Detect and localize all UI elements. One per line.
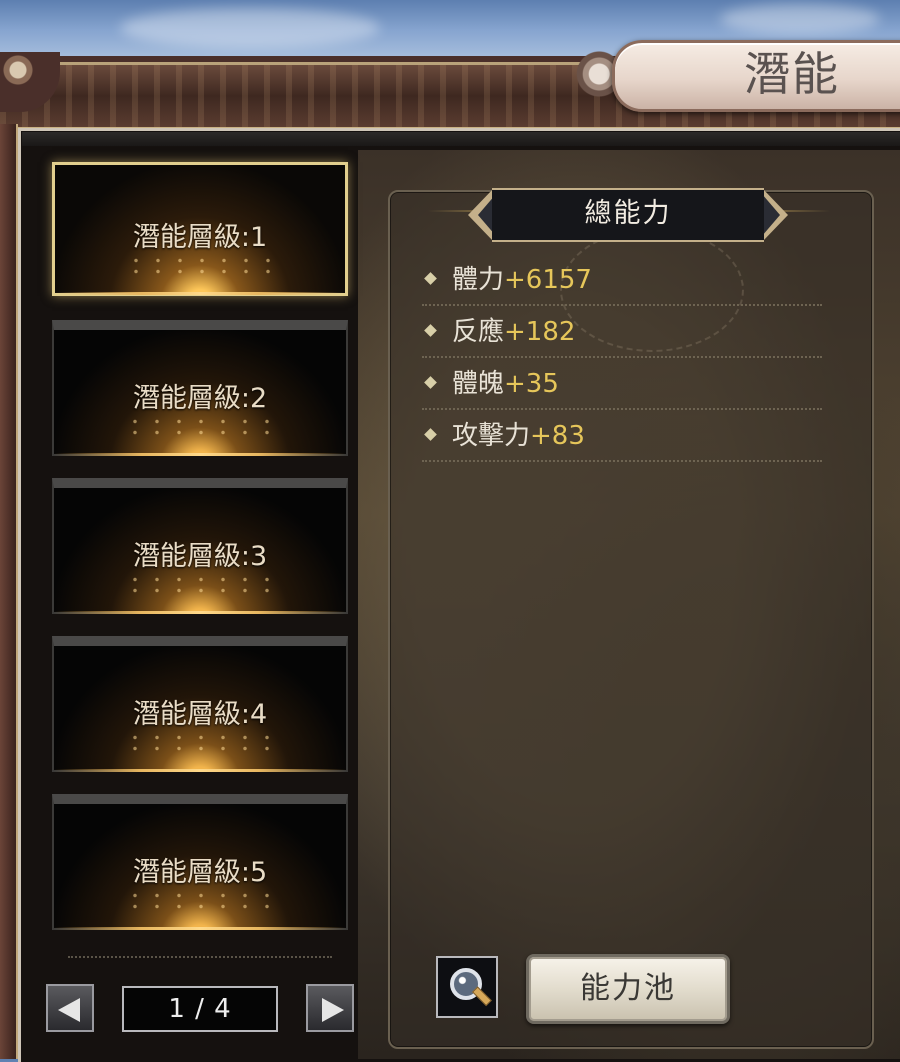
tier-item-4[interactable]: 潛能層級:4	[52, 636, 348, 772]
glow-line	[55, 292, 345, 295]
stat-name: 體力	[452, 265, 505, 295]
stat-name: 攻擊力	[452, 421, 531, 451]
stat-text: 攻擊力+83	[452, 418, 585, 454]
prev-page-button[interactable]	[46, 984, 94, 1032]
content-topbar	[22, 132, 900, 146]
stat-text: 體魄+35	[452, 366, 559, 402]
tier-label: 潛能層級:5	[132, 857, 268, 888]
stat-row: 體魄+35	[422, 360, 822, 410]
page-indicator: 1 / 4	[122, 986, 278, 1032]
sparkle-decoration	[125, 255, 285, 279]
tier-label: 潛能層級:4	[132, 699, 268, 730]
glow-line	[54, 769, 346, 772]
glow-line	[54, 927, 346, 930]
stat-name: 體魄	[452, 369, 505, 399]
stat-value: +35	[504, 369, 559, 399]
stat-row: 反應+182	[422, 308, 822, 358]
stat-row: 攻擊力+83	[422, 412, 822, 462]
stat-value: +6157	[504, 265, 592, 295]
stats-header: 總能力	[584, 198, 672, 229]
sky-cloud	[120, 8, 380, 48]
diamond-bullet-icon	[424, 428, 437, 441]
banner-cap-right-inner	[762, 194, 780, 236]
list-divider	[68, 956, 332, 958]
stat-text: 反應+182	[452, 314, 575, 350]
stat-value: +182	[504, 317, 576, 347]
left-triangle-icon	[58, 998, 80, 1022]
tier-item-2[interactable]: 潛能層級:2	[52, 320, 348, 456]
search-button[interactable]	[436, 956, 498, 1018]
tier-label: 潛能層級:3	[132, 541, 268, 572]
frame-left-border	[0, 124, 18, 1059]
glow-line	[54, 611, 346, 614]
window-title: 潛能	[744, 47, 840, 101]
next-page-button[interactable]	[306, 984, 354, 1032]
tier-item-3[interactable]: 潛能層級:3	[52, 478, 348, 614]
ability-pool-button[interactable]: 能力池	[526, 954, 730, 1024]
sparkle-decoration	[124, 416, 284, 440]
diamond-bullet-icon	[424, 376, 437, 389]
tier-label: 潛能層級:1	[132, 222, 268, 253]
diamond-bullet-icon	[424, 272, 437, 285]
right-triangle-icon	[322, 998, 344, 1022]
glow-line	[54, 453, 346, 456]
sparkle-decoration	[124, 890, 284, 914]
sparkle-decoration	[124, 574, 284, 598]
tier-item-1[interactable]: 潛能層級:1	[52, 162, 348, 296]
sky-cloud	[720, 4, 880, 34]
tier-item-5[interactable]: 潛能層級:5	[52, 794, 348, 930]
stat-text: 體力+6157	[452, 262, 592, 298]
stat-name: 反應	[452, 317, 505, 347]
tier-label: 潛能層級:2	[132, 383, 268, 414]
diamond-bullet-icon	[424, 324, 437, 337]
sparkle-decoration	[124, 732, 284, 756]
stat-value: +83	[530, 421, 585, 451]
stat-row: 體力+6157	[422, 256, 822, 306]
